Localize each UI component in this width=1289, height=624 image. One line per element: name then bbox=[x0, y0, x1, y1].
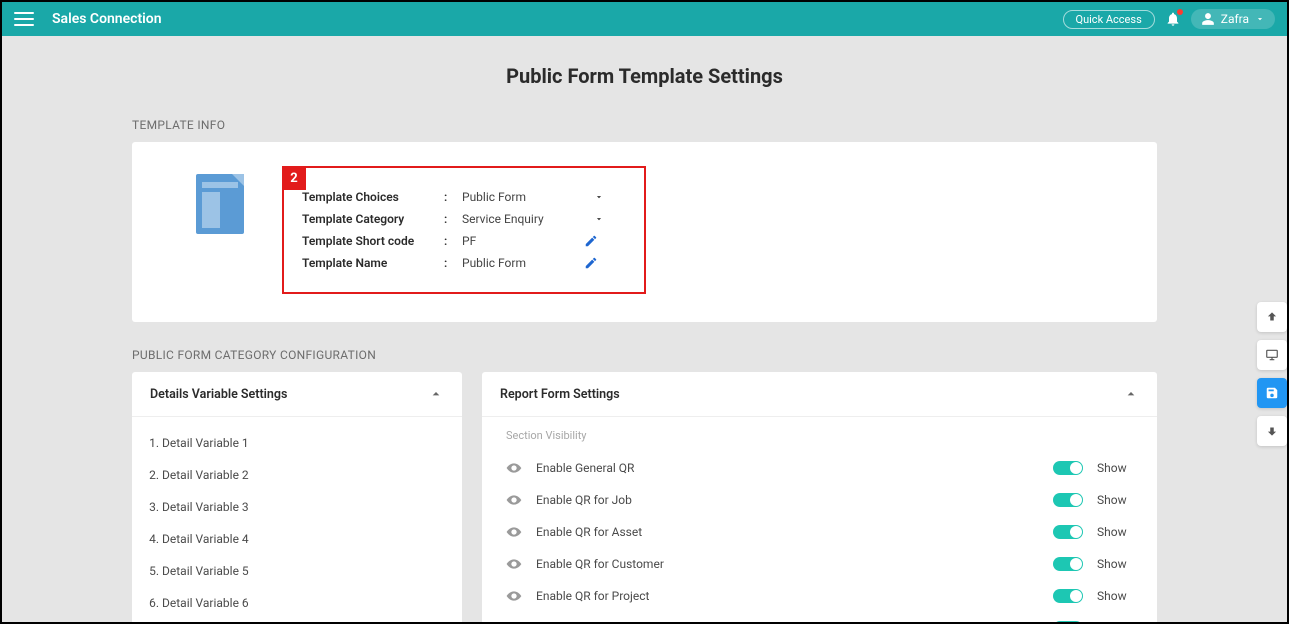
visibility-row: Enable QR for Quotation Show bbox=[506, 612, 1133, 622]
eye-icon bbox=[506, 588, 522, 604]
scroll-up-button[interactable] bbox=[1257, 302, 1287, 332]
eye-icon bbox=[506, 524, 522, 540]
template-name-label: Template Name bbox=[302, 256, 432, 270]
template-choices-value[interactable]: Public Form bbox=[462, 190, 562, 204]
eye-icon bbox=[506, 460, 522, 476]
step-badge: 2 bbox=[282, 166, 306, 190]
list-item[interactable]: Detail Variable 5 bbox=[162, 555, 442, 587]
notification-dot bbox=[1177, 9, 1183, 15]
visibility-row: Enable QR for Job Show bbox=[506, 484, 1133, 516]
list-item[interactable]: Detail Variable 2 bbox=[162, 459, 442, 491]
visibility-label: Enable QR for Quotation bbox=[536, 621, 1039, 622]
template-choices-label: Template Choices bbox=[302, 190, 432, 204]
arrow-up-icon bbox=[1265, 310, 1279, 324]
page-title: Public Form Template Settings bbox=[132, 64, 1157, 88]
arrow-down-icon bbox=[1265, 424, 1279, 438]
template-info-card: 2 Template Choices : Public Form Templat… bbox=[132, 142, 1157, 322]
top-bar: Sales Connection Quick Access Zafra bbox=[2, 2, 1287, 36]
template-shortcode-value: PF bbox=[462, 234, 562, 248]
toggle-switch[interactable] bbox=[1053, 493, 1083, 507]
eye-icon bbox=[506, 620, 522, 622]
config-section-label: PUBLIC FORM CATEGORY CONFIGURATION bbox=[132, 348, 1157, 362]
visibility-label: Enable QR for Job bbox=[536, 493, 1039, 507]
details-variable-list: Detail Variable 1 Detail Variable 2 Deta… bbox=[132, 417, 462, 622]
visibility-row: Enable QR for Project Show bbox=[506, 580, 1133, 612]
visibility-label: Enable QR for Customer bbox=[536, 557, 1039, 571]
edit-shortcode-icon[interactable] bbox=[584, 234, 598, 248]
floating-actions bbox=[1257, 302, 1287, 446]
chevron-down-icon bbox=[1255, 14, 1265, 24]
details-variable-card: Details Variable Settings Detail Variabl… bbox=[132, 372, 462, 622]
toggle-switch[interactable] bbox=[1053, 589, 1083, 603]
visibility-label: Enable QR for Asset bbox=[536, 525, 1039, 539]
list-item[interactable]: Detail Variable 3 bbox=[162, 491, 442, 523]
document-icon bbox=[192, 170, 252, 240]
brand-title: Sales Connection bbox=[52, 11, 162, 27]
visibility-label: Enable QR for Project bbox=[536, 589, 1039, 603]
visibility-label: Enable General QR bbox=[536, 461, 1039, 475]
template-name-value: Public Form bbox=[462, 256, 562, 270]
section-visibility-label: Section Visibility bbox=[506, 429, 1133, 442]
quick-access-button[interactable]: Quick Access bbox=[1063, 10, 1155, 29]
report-form-card: Report Form Settings Section Visibility … bbox=[482, 372, 1157, 622]
toggle-switch[interactable] bbox=[1053, 557, 1083, 571]
toggle-switch[interactable] bbox=[1053, 621, 1083, 622]
details-collapse-icon[interactable] bbox=[428, 386, 444, 402]
toggle-switch[interactable] bbox=[1053, 461, 1083, 475]
eye-icon bbox=[506, 556, 522, 572]
details-variable-title: Details Variable Settings bbox=[150, 387, 287, 402]
list-item[interactable]: Detail Variable 1 bbox=[162, 427, 442, 459]
template-highlight-box: 2 Template Choices : Public Form Templat… bbox=[282, 166, 646, 294]
edit-name-icon[interactable] bbox=[584, 256, 598, 270]
template-category-label: Template Category bbox=[302, 212, 432, 226]
save-icon bbox=[1265, 386, 1279, 400]
menu-hamburger-icon[interactable] bbox=[14, 12, 34, 26]
user-name: Zafra bbox=[1221, 12, 1249, 26]
visibility-row: Enable QR for Asset Show bbox=[506, 516, 1133, 548]
template-category-value[interactable]: Service Enquiry bbox=[462, 212, 562, 226]
template-info-label: TEMPLATE INFO bbox=[132, 118, 1157, 132]
monitor-icon bbox=[1265, 348, 1279, 362]
scroll-down-button[interactable] bbox=[1257, 416, 1287, 446]
template-shortcode-label: Template Short code bbox=[302, 234, 432, 248]
visibility-row: Enable QR for Customer Show bbox=[506, 548, 1133, 580]
visibility-row: Enable General QR Show bbox=[506, 452, 1133, 484]
template-choices-dropdown-icon[interactable] bbox=[594, 192, 604, 202]
desktop-view-button[interactable] bbox=[1257, 340, 1287, 370]
eye-icon bbox=[506, 492, 522, 508]
toggle-switch[interactable] bbox=[1053, 525, 1083, 539]
user-menu[interactable]: Zafra bbox=[1191, 9, 1275, 29]
report-form-title: Report Form Settings bbox=[500, 387, 620, 402]
save-button[interactable] bbox=[1257, 378, 1287, 408]
template-category-dropdown-icon[interactable] bbox=[594, 214, 604, 224]
notifications-bell-icon[interactable] bbox=[1165, 11, 1181, 27]
report-collapse-icon[interactable] bbox=[1123, 386, 1139, 402]
list-item[interactable]: Detail Variable 4 bbox=[162, 523, 442, 555]
list-item[interactable]: Detail Variable 6 bbox=[162, 587, 442, 619]
